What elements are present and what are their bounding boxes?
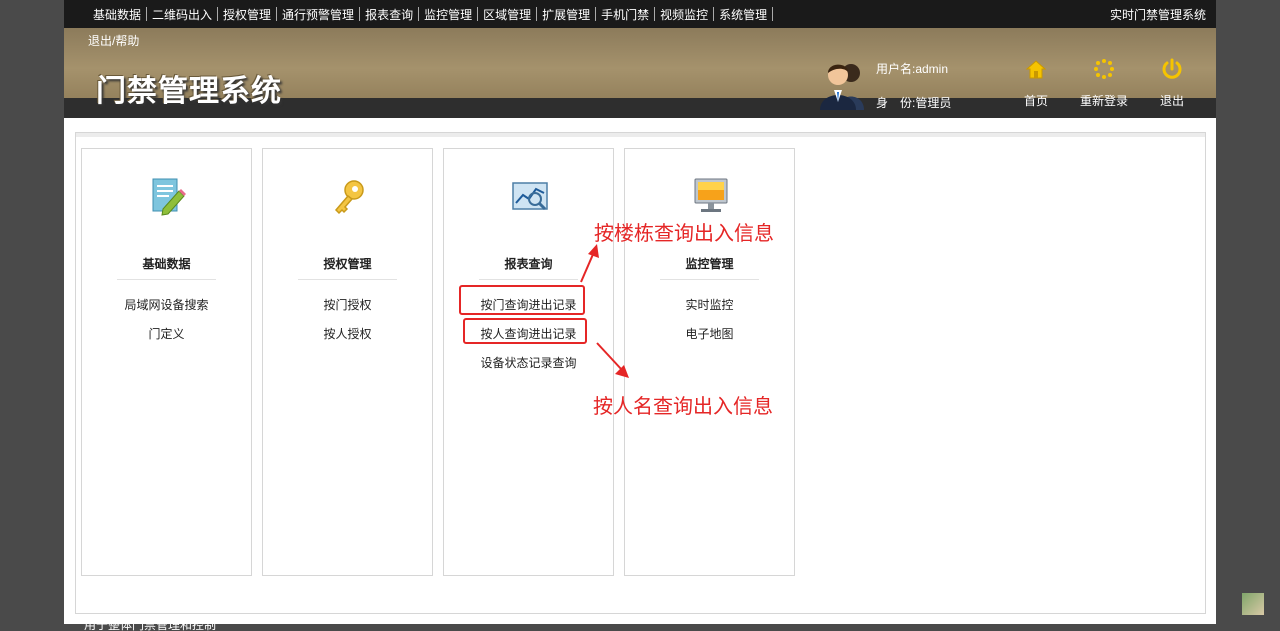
logout-label: 退出 <box>1159 94 1184 108</box>
footer-text: 用于整体门禁管理和控制 <box>84 618 217 631</box>
modules-panel: 基础数据 局域网设备搜索 门定义 授权管理 按门授权 按人授权 报表查询 按门查… <box>75 132 1206 614</box>
link-door-definition[interactable]: 门定义 <box>82 326 251 355</box>
panel-top-border <box>76 133 1205 137</box>
link-electronic-map[interactable]: 电子地图 <box>625 326 794 355</box>
power-icon <box>1162 58 1182 79</box>
link-device-status-query[interactable]: 设备状态记录查询 <box>444 355 613 384</box>
nav-divider <box>772 7 774 21</box>
refresh-icon <box>1094 59 1114 79</box>
card-divider <box>479 279 578 280</box>
user-avatar-icon <box>820 64 864 110</box>
link-authorize-by-person[interactable]: 按人授权 <box>263 326 432 355</box>
card-title: 授权管理 <box>323 257 372 271</box>
user-name-label: 用户名:admin <box>876 62 949 76</box>
top-nav-bar: 基础数据 二维码出入 授权管理 通行预警管理 报表查询 监控管理 区域管理 扩展… <box>64 0 1216 28</box>
nav-item-zones[interactable]: 区域管理 <box>478 6 536 23</box>
realtime-system-link[interactable]: 实时门禁管理系统 <box>1110 6 1216 23</box>
nav-item-qrcode[interactable]: 二维码出入 <box>147 6 217 23</box>
top-nav-items: 基础数据 二维码出入 授权管理 通行预警管理 报表查询 监控管理 区域管理 扩展… <box>64 6 774 23</box>
header-banner: 退出/帮助 门禁管理系统 用户名:admin 身 份:管理员 首页 重新登录 退… <box>64 28 1216 118</box>
card-title: 监控管理 <box>685 257 734 271</box>
home-label: 首页 <box>1023 94 1048 108</box>
module-card-authorization: 授权管理 按门授权 按人授权 <box>262 148 433 576</box>
nav-item-warning[interactable]: 通行预警管理 <box>277 6 359 23</box>
card-divider <box>117 279 216 280</box>
user-role-label: 身 份:管理员 <box>876 96 952 110</box>
help-link[interactable]: 退出/帮助 <box>88 32 139 49</box>
card-divider <box>660 279 759 280</box>
link-realtime-monitoring[interactable]: 实时监控 <box>625 297 794 326</box>
annotation-person-query: 按人名查询出入信息 <box>593 394 773 418</box>
module-card-basic-data: 基础数据 局域网设备搜索 门定义 <box>81 148 252 576</box>
monitor-icon <box>694 178 728 212</box>
nav-item-authorization[interactable]: 授权管理 <box>218 6 276 23</box>
card-link-list: 按门授权 按人授权 <box>263 297 432 355</box>
link-lan-device-search[interactable]: 局域网设备搜索 <box>82 297 251 326</box>
nav-item-reports[interactable]: 报表查询 <box>360 6 418 23</box>
card-divider <box>298 279 397 280</box>
annotation-building-query: 按楼栋查询出入信息 <box>594 221 774 245</box>
link-authorize-by-door[interactable]: 按门授权 <box>263 297 432 326</box>
highlight-query-by-person <box>463 318 587 344</box>
corner-thumbnail-icon <box>1242 593 1264 615</box>
nav-item-basic-data[interactable]: 基础数据 <box>88 6 146 23</box>
edit-document-icon <box>152 178 186 216</box>
nav-item-extensions[interactable]: 扩展管理 <box>537 6 595 23</box>
nav-item-system[interactable]: 系统管理 <box>714 6 772 23</box>
card-title: 基础数据 <box>142 257 191 271</box>
module-card-monitoring: 监控管理 实时监控 电子地图 <box>624 148 795 576</box>
relogin-button[interactable]: 重新登录 <box>1074 58 1134 110</box>
card-link-list: 局域网设备搜索 门定义 <box>82 297 251 355</box>
module-card-reports: 报表查询 按门查询进出记录 按人查询进出记录 设备状态记录查询 <box>443 148 614 576</box>
logout-button[interactable]: 退出 <box>1142 58 1202 110</box>
main-content: 基础数据 局域网设备搜索 门定义 授权管理 按门授权 按人授权 报表查询 按门查… <box>64 118 1216 624</box>
highlight-query-by-door <box>459 285 585 315</box>
card-title: 报表查询 <box>504 257 553 271</box>
nav-item-video[interactable]: 视频监控 <box>655 6 713 23</box>
card-link-list: 实时监控 电子地图 <box>625 297 794 355</box>
app-title: 门禁管理系统 <box>96 74 282 109</box>
home-button[interactable]: 首页 <box>1006 58 1066 110</box>
relogin-label: 重新登录 <box>1079 94 1128 108</box>
nav-item-mobile-access[interactable]: 手机门禁 <box>596 6 654 23</box>
chart-icon <box>512 182 548 211</box>
key-icon <box>334 180 364 215</box>
home-icon <box>1025 60 1047 79</box>
nav-item-monitoring[interactable]: 监控管理 <box>419 6 477 23</box>
